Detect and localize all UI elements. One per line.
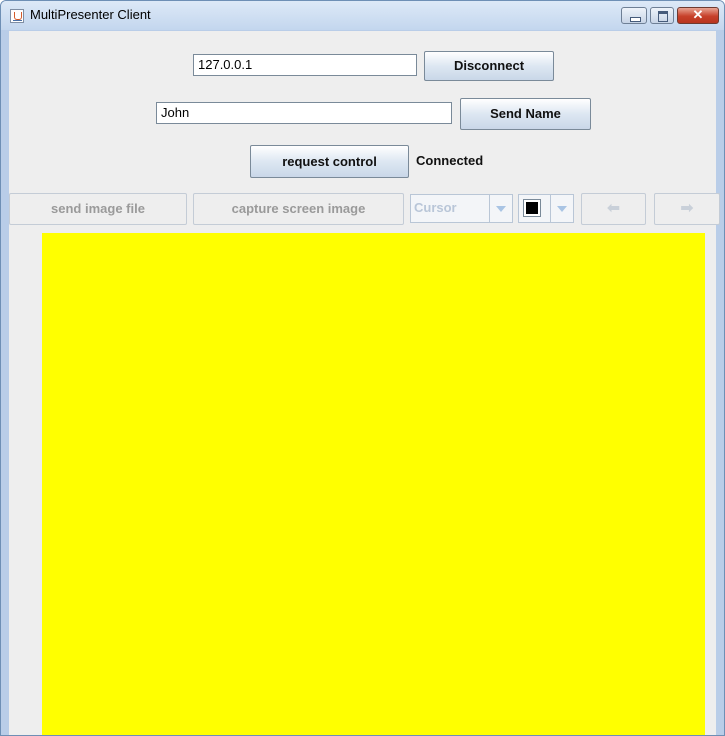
- chevron-down-icon[interactable]: [550, 195, 573, 222]
- request-control-button[interactable]: request control: [250, 145, 409, 178]
- connection-status: Connected: [416, 153, 484, 168]
- previous-button[interactable]: ⬅: [581, 193, 646, 225]
- app-window: MultiPresenter Client ✕ 127.0.0.1 Discon…: [0, 0, 725, 736]
- minimize-button[interactable]: [621, 7, 647, 24]
- send-image-file-button[interactable]: send image file: [9, 193, 187, 225]
- presentation-canvas[interactable]: [42, 233, 705, 735]
- disconnect-button[interactable]: Disconnect: [424, 51, 554, 81]
- next-button[interactable]: ➡: [654, 193, 720, 225]
- color-swatch: [523, 199, 541, 217]
- title-bar[interactable]: MultiPresenter Client ✕: [1, 1, 724, 30]
- name-input[interactable]: John: [156, 102, 452, 124]
- tool-select-value: Cursor: [414, 200, 457, 215]
- tool-select[interactable]: Cursor: [410, 194, 513, 223]
- window-title: MultiPresenter Client: [30, 7, 151, 22]
- send-name-button[interactable]: Send Name: [460, 98, 591, 130]
- java-app-icon: [10, 9, 24, 23]
- close-button[interactable]: ✕: [677, 7, 719, 24]
- arrow-left-icon: ⬅: [606, 198, 621, 217]
- color-select[interactable]: [518, 194, 574, 223]
- capture-screen-image-button[interactable]: capture screen image: [193, 193, 404, 225]
- arrow-right-icon: ➡: [680, 198, 694, 217]
- chevron-down-icon[interactable]: [489, 195, 512, 222]
- host-input[interactable]: 127.0.0.1: [193, 54, 417, 76]
- maximize-button[interactable]: [650, 7, 674, 24]
- client-area: 127.0.0.1 Disconnect John Send Name requ…: [9, 31, 720, 735]
- close-icon: ✕: [692, 7, 704, 22]
